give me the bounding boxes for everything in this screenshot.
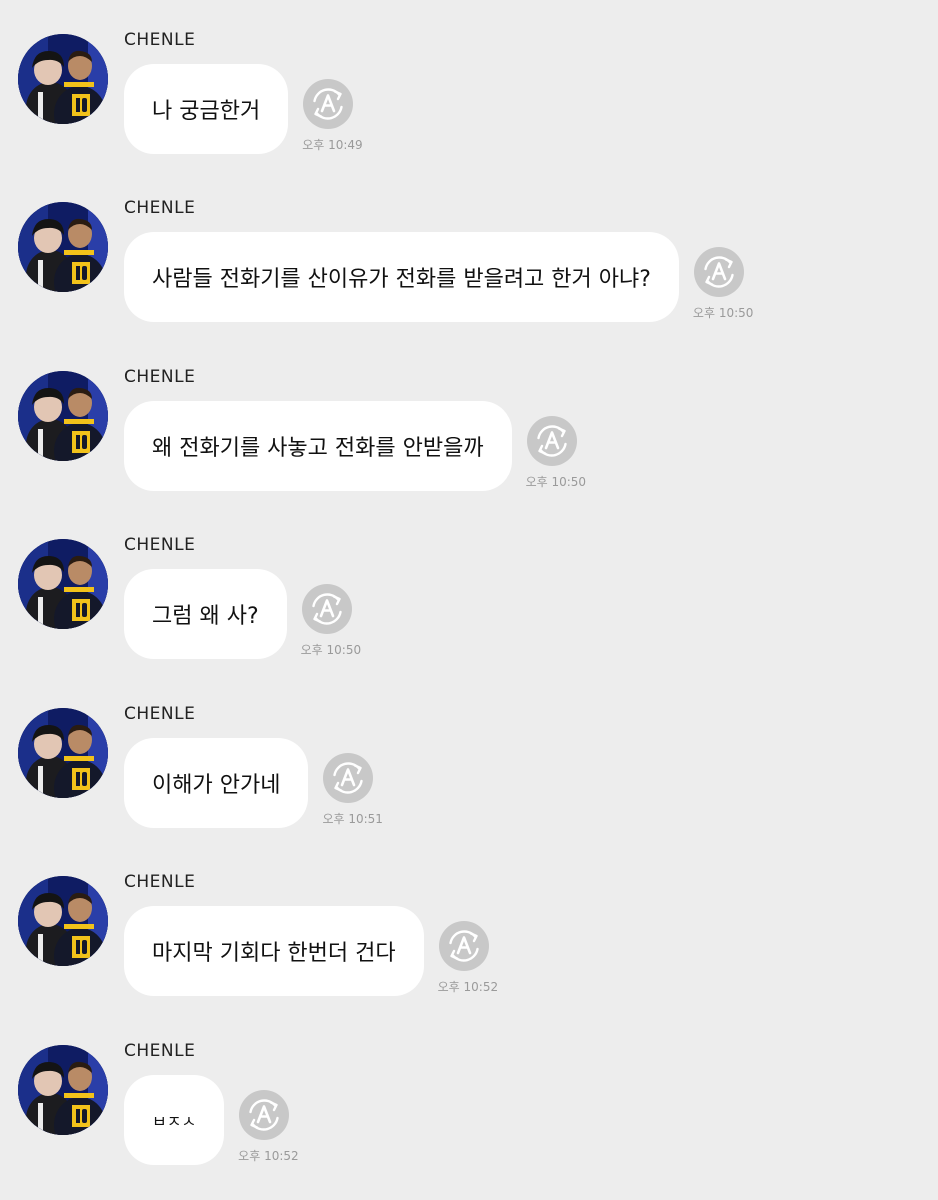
translate-icon[interactable] xyxy=(322,752,374,804)
message: CHENLE 사람들 전화기를 산이유가 전화를 받을려고 한거 아냐? 오후 … xyxy=(0,168,938,336)
message-time: 오후 10:52 xyxy=(238,1149,299,1163)
sender-name: CHENLE xyxy=(124,30,196,50)
message-bubble[interactable]: 마지막 기회다 한번더 건다 xyxy=(124,906,424,996)
message-time: 오후 10:50 xyxy=(300,643,362,657)
translate-icon[interactable] xyxy=(238,1089,290,1141)
translate-icon[interactable] xyxy=(526,415,578,467)
sender-avatar[interactable] xyxy=(18,202,108,292)
sender-name: CHENLE xyxy=(124,535,196,555)
translate-icon[interactable] xyxy=(438,920,490,972)
message: CHENLE 이해가 안가네 오후 10:51 xyxy=(0,674,938,842)
sender-name: CHENLE xyxy=(124,367,196,387)
message: CHENLE 마지막 기회다 한번더 건다 오후 10:52 xyxy=(0,842,938,1010)
sender-avatar[interactable] xyxy=(18,708,108,798)
sender-name: CHENLE xyxy=(124,872,196,892)
message-bubble[interactable]: 왜 전화기를 사놓고 전화를 안받을까 xyxy=(124,401,512,491)
sender-avatar[interactable] xyxy=(18,876,108,966)
message: CHENLE ㅂㅈㅅ 오후 10:52 xyxy=(0,1011,938,1179)
sender-name: CHENLE xyxy=(124,198,196,218)
sender-name: CHENLE xyxy=(124,704,196,724)
sender-name: CHENLE xyxy=(124,1041,196,1061)
sender-avatar[interactable] xyxy=(18,539,108,629)
message-time: 오후 10:51 xyxy=(322,812,383,826)
message-time: 오후 10:50 xyxy=(525,475,587,489)
message-time: 오후 10:52 xyxy=(437,980,499,994)
message-bubble[interactable]: 이해가 안가네 xyxy=(124,738,309,828)
message: CHENLE 그럼 왜 사? 오후 10:50 xyxy=(0,505,938,673)
message-bubble[interactable]: 그럼 왜 사? xyxy=(124,569,287,659)
translate-icon[interactable] xyxy=(301,583,353,635)
sender-avatar[interactable] xyxy=(18,371,108,461)
translate-icon[interactable] xyxy=(302,78,354,130)
sender-avatar[interactable] xyxy=(18,1045,108,1135)
message-time: 오후 10:49 xyxy=(302,138,363,152)
message-bubble[interactable]: 나 궁금한거 xyxy=(124,64,289,154)
message-time: 오후 10:50 xyxy=(692,306,754,320)
message-bubble[interactable]: ㅂㅈㅅ xyxy=(124,1075,225,1165)
message-bubble[interactable]: 사람들 전화기를 산이유가 전화를 받을려고 한거 아냐? xyxy=(124,232,679,322)
translate-icon[interactable] xyxy=(693,246,745,298)
message: CHENLE 나 궁금한거 오후 10:49 xyxy=(0,0,938,168)
sender-avatar[interactable] xyxy=(18,34,108,124)
message: CHENLE 왜 전화기를 사놓고 전화를 안받을까 오후 10:50 xyxy=(0,337,938,505)
chat-thread: CHENLE 나 궁금한거 오후 10:49 CHENLE 사람들 전화기를 산… xyxy=(0,0,938,1200)
